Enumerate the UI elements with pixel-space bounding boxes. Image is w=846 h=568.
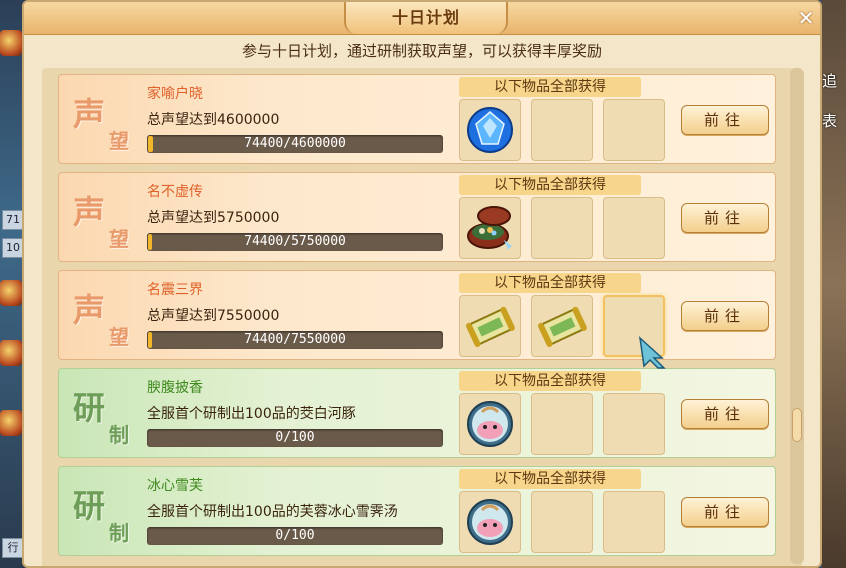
reward-slot[interactable] (459, 393, 521, 455)
badge-char: 声 (73, 95, 106, 133)
scrollbar-thumb[interactable] (792, 408, 802, 442)
badge-char: 望 (109, 227, 129, 251)
progress-text: 0/100 (275, 430, 315, 445)
reward-slot[interactable] (603, 197, 665, 259)
progress-text: 0/100 (275, 528, 315, 543)
background-right-strip: 追 表 (822, 0, 846, 568)
reward-header: 以下物品全部获得 (459, 469, 641, 489)
plan-name: 家喻户晓 (147, 86, 203, 102)
badge-char: 声 (73, 291, 106, 329)
bg-text: 表 (822, 112, 838, 130)
progress-text: 74400/7550000 (244, 332, 346, 347)
skill-icon (0, 340, 22, 366)
badge-char: 研 (73, 389, 106, 427)
reward-slot[interactable] (531, 491, 593, 553)
badge-char: 望 (109, 129, 129, 153)
plan-description: 全服首个研制出100品的茭白河豚 (147, 406, 356, 422)
progress-text: 74400/5750000 (244, 234, 346, 249)
go-button[interactable]: 前往 (681, 399, 769, 429)
reward-slot[interactable] (603, 393, 665, 455)
reward-slot[interactable] (531, 197, 593, 259)
reward-header: 以下物品全部获得 (459, 371, 641, 391)
go-button[interactable]: 前往 (681, 301, 769, 331)
plan-name: 名不虚传 (147, 184, 203, 200)
badge-char: 制 (109, 423, 129, 447)
craft-badge: 研 制 (65, 473, 137, 551)
reward-slot[interactable] (459, 99, 521, 161)
portrait-icon (0, 30, 22, 56)
craft-badge: 研 制 (65, 375, 137, 453)
window-title: 十日计划 (391, 8, 460, 27)
plan-row: 研 制 冰心雪芙 全服首个研制出100品的芙蓉冰心雪霁汤 0/100 以下物品全… (58, 466, 776, 556)
reward-slot[interactable] (531, 393, 593, 455)
bg-chip: 71 (2, 210, 24, 230)
plan-row: 声 望 名不虚传 总声望达到5750000 74400/5750000 以下物品… (58, 172, 776, 262)
progress-bar: 74400/5750000 (147, 233, 443, 251)
reward-slot[interactable] (459, 491, 521, 553)
badge-char: 研 (73, 487, 106, 525)
window-subtitle: 参与十日计划，通过研制获取声望，可以获得丰厚奖励 (241, 42, 602, 60)
badge-char: 望 (109, 325, 129, 349)
plan-list: 声 望 家喻户晓 总声望达到4600000 74400/4600000 以下物品… (42, 68, 802, 566)
plan-name: 腴腹披香 (147, 380, 203, 396)
plan-row: 声 望 家喻户晓 总声望达到4600000 74400/4600000 以下物品… (58, 74, 776, 164)
skill-icon (0, 410, 22, 436)
progress-bar: 74400/7550000 (147, 331, 443, 349)
go-button[interactable]: 前往 (681, 105, 769, 135)
reward-slot[interactable] (459, 197, 521, 259)
plan-name: 名震三界 (147, 282, 203, 298)
plan-description: 总声望达到4600000 (147, 112, 280, 128)
reward-header: 以下物品全部获得 (459, 77, 641, 97)
bg-text: 追 (822, 72, 838, 90)
close-button[interactable]: ✕ (796, 8, 816, 28)
plan-description: 全服首个研制出100品的芙蓉冰心雪霁汤 (147, 504, 398, 520)
scrollbar-track[interactable] (790, 68, 804, 564)
badge-char: 声 (73, 193, 106, 231)
plan-name: 冰心雪芙 (147, 478, 203, 494)
reward-slot[interactable] (603, 491, 665, 553)
fame-badge: 声 望 (65, 179, 137, 257)
fame-badge: 声 望 (65, 277, 137, 355)
plan-row: 研 制 腴腹披香 全服首个研制出100品的茭白河豚 0/100 以下物品全部获得… (58, 368, 776, 458)
plan-description: 总声望达到7550000 (147, 308, 280, 324)
reward-slot[interactable] (459, 295, 521, 357)
reward-slot[interactable] (531, 99, 593, 161)
plan-description: 总声望达到5750000 (147, 210, 280, 226)
progress-text: 74400/4600000 (244, 136, 346, 151)
progress-bar: 74400/4600000 (147, 135, 443, 153)
reward-slot[interactable] (603, 99, 665, 161)
reward-header: 以下物品全部获得 (459, 175, 641, 195)
badge-char: 制 (109, 521, 129, 545)
progress-bar: 0/100 (147, 429, 443, 447)
bg-chip: 行 (2, 538, 24, 558)
skill-icon (0, 280, 22, 306)
title-tab: 十日计划 (344, 2, 508, 34)
go-button[interactable]: 前往 (681, 203, 769, 233)
reward-slot[interactable] (531, 295, 593, 357)
mouse-cursor-icon (638, 336, 666, 369)
bg-chip: 10 (2, 238, 24, 258)
fame-badge: 声 望 (65, 81, 137, 159)
ten-day-plan-window: 十日计划 ✕ 参与十日计划，通过研制获取声望，可以获得丰厚奖励 声 望 家喻户晓… (22, 0, 822, 568)
title-bar: 十日计划 ✕ (24, 2, 820, 35)
progress-bar: 0/100 (147, 527, 443, 545)
go-button[interactable]: 前往 (681, 497, 769, 527)
reward-header: 以下物品全部获得 (459, 273, 641, 293)
